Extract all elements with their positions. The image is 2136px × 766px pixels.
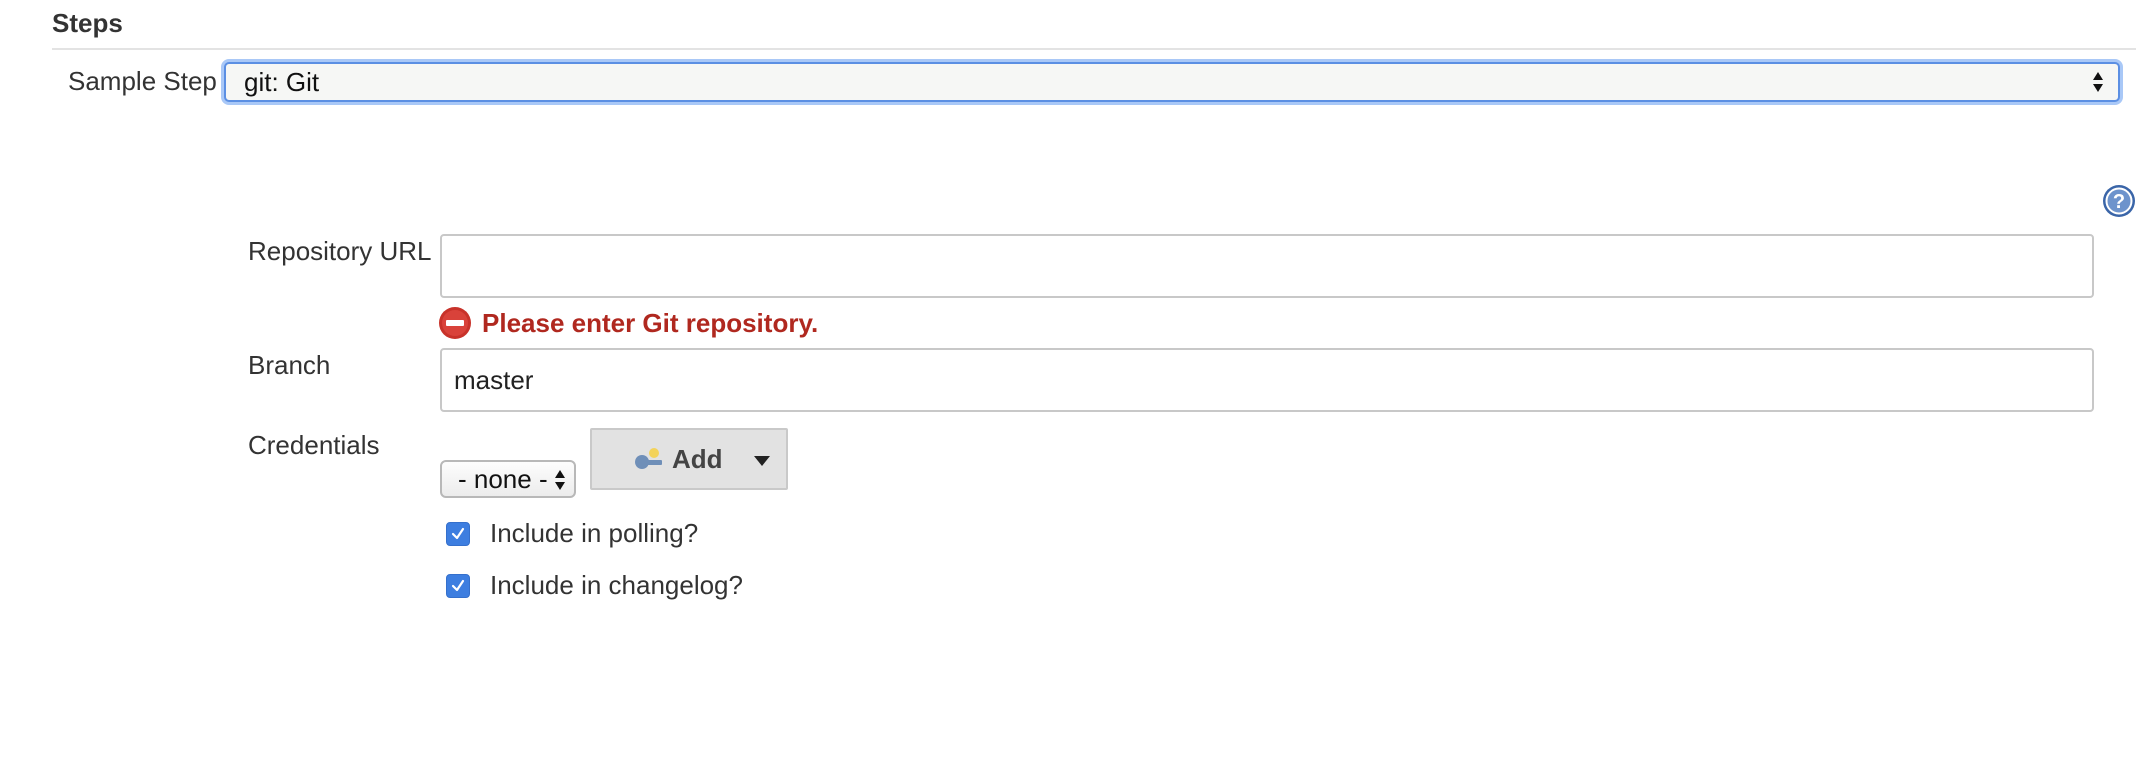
help-icon[interactable]: ?	[2102, 184, 2136, 218]
section-title: Steps	[52, 8, 123, 38]
branch-label: Branch	[248, 350, 331, 380]
include-in-polling-checkbox[interactable]	[446, 522, 470, 546]
section-divider	[52, 48, 2136, 50]
svg-text:?: ?	[2113, 191, 2125, 213]
include-in-changelog-checkbox[interactable]	[446, 574, 470, 598]
branch-input[interactable]	[440, 348, 2094, 412]
repository-url-input[interactable]	[440, 234, 2094, 298]
include-in-changelog-label[interactable]: Include in changelog?	[490, 570, 743, 600]
error-icon	[439, 307, 471, 339]
credentials-selected-value: - none -	[458, 464, 548, 494]
add-button-label: Add	[672, 444, 723, 474]
repository-url-label: Repository URL	[248, 236, 432, 266]
chevron-down-icon	[754, 456, 770, 466]
select-arrows-icon	[555, 470, 565, 490]
pipeline-syntax-page: Steps Sample Step git: Git ? Repository …	[0, 0, 2136, 766]
select-arrows-icon	[2093, 72, 2103, 92]
key-icon	[635, 448, 662, 469]
credentials-select[interactable]: - none -	[440, 460, 576, 498]
sample-step-label: Sample Step	[68, 66, 217, 96]
checkmark-icon	[451, 527, 465, 540]
sample-step-selected-value: git: Git	[244, 67, 320, 97]
credentials-label: Credentials	[248, 430, 380, 460]
sample-step-select[interactable]: git: Git	[224, 62, 2120, 102]
checkmark-icon	[451, 579, 465, 592]
include-in-polling-label[interactable]: Include in polling?	[490, 518, 698, 548]
add-credentials-button[interactable]: Add	[590, 428, 788, 490]
error-message: Please enter Git repository.	[482, 308, 819, 338]
